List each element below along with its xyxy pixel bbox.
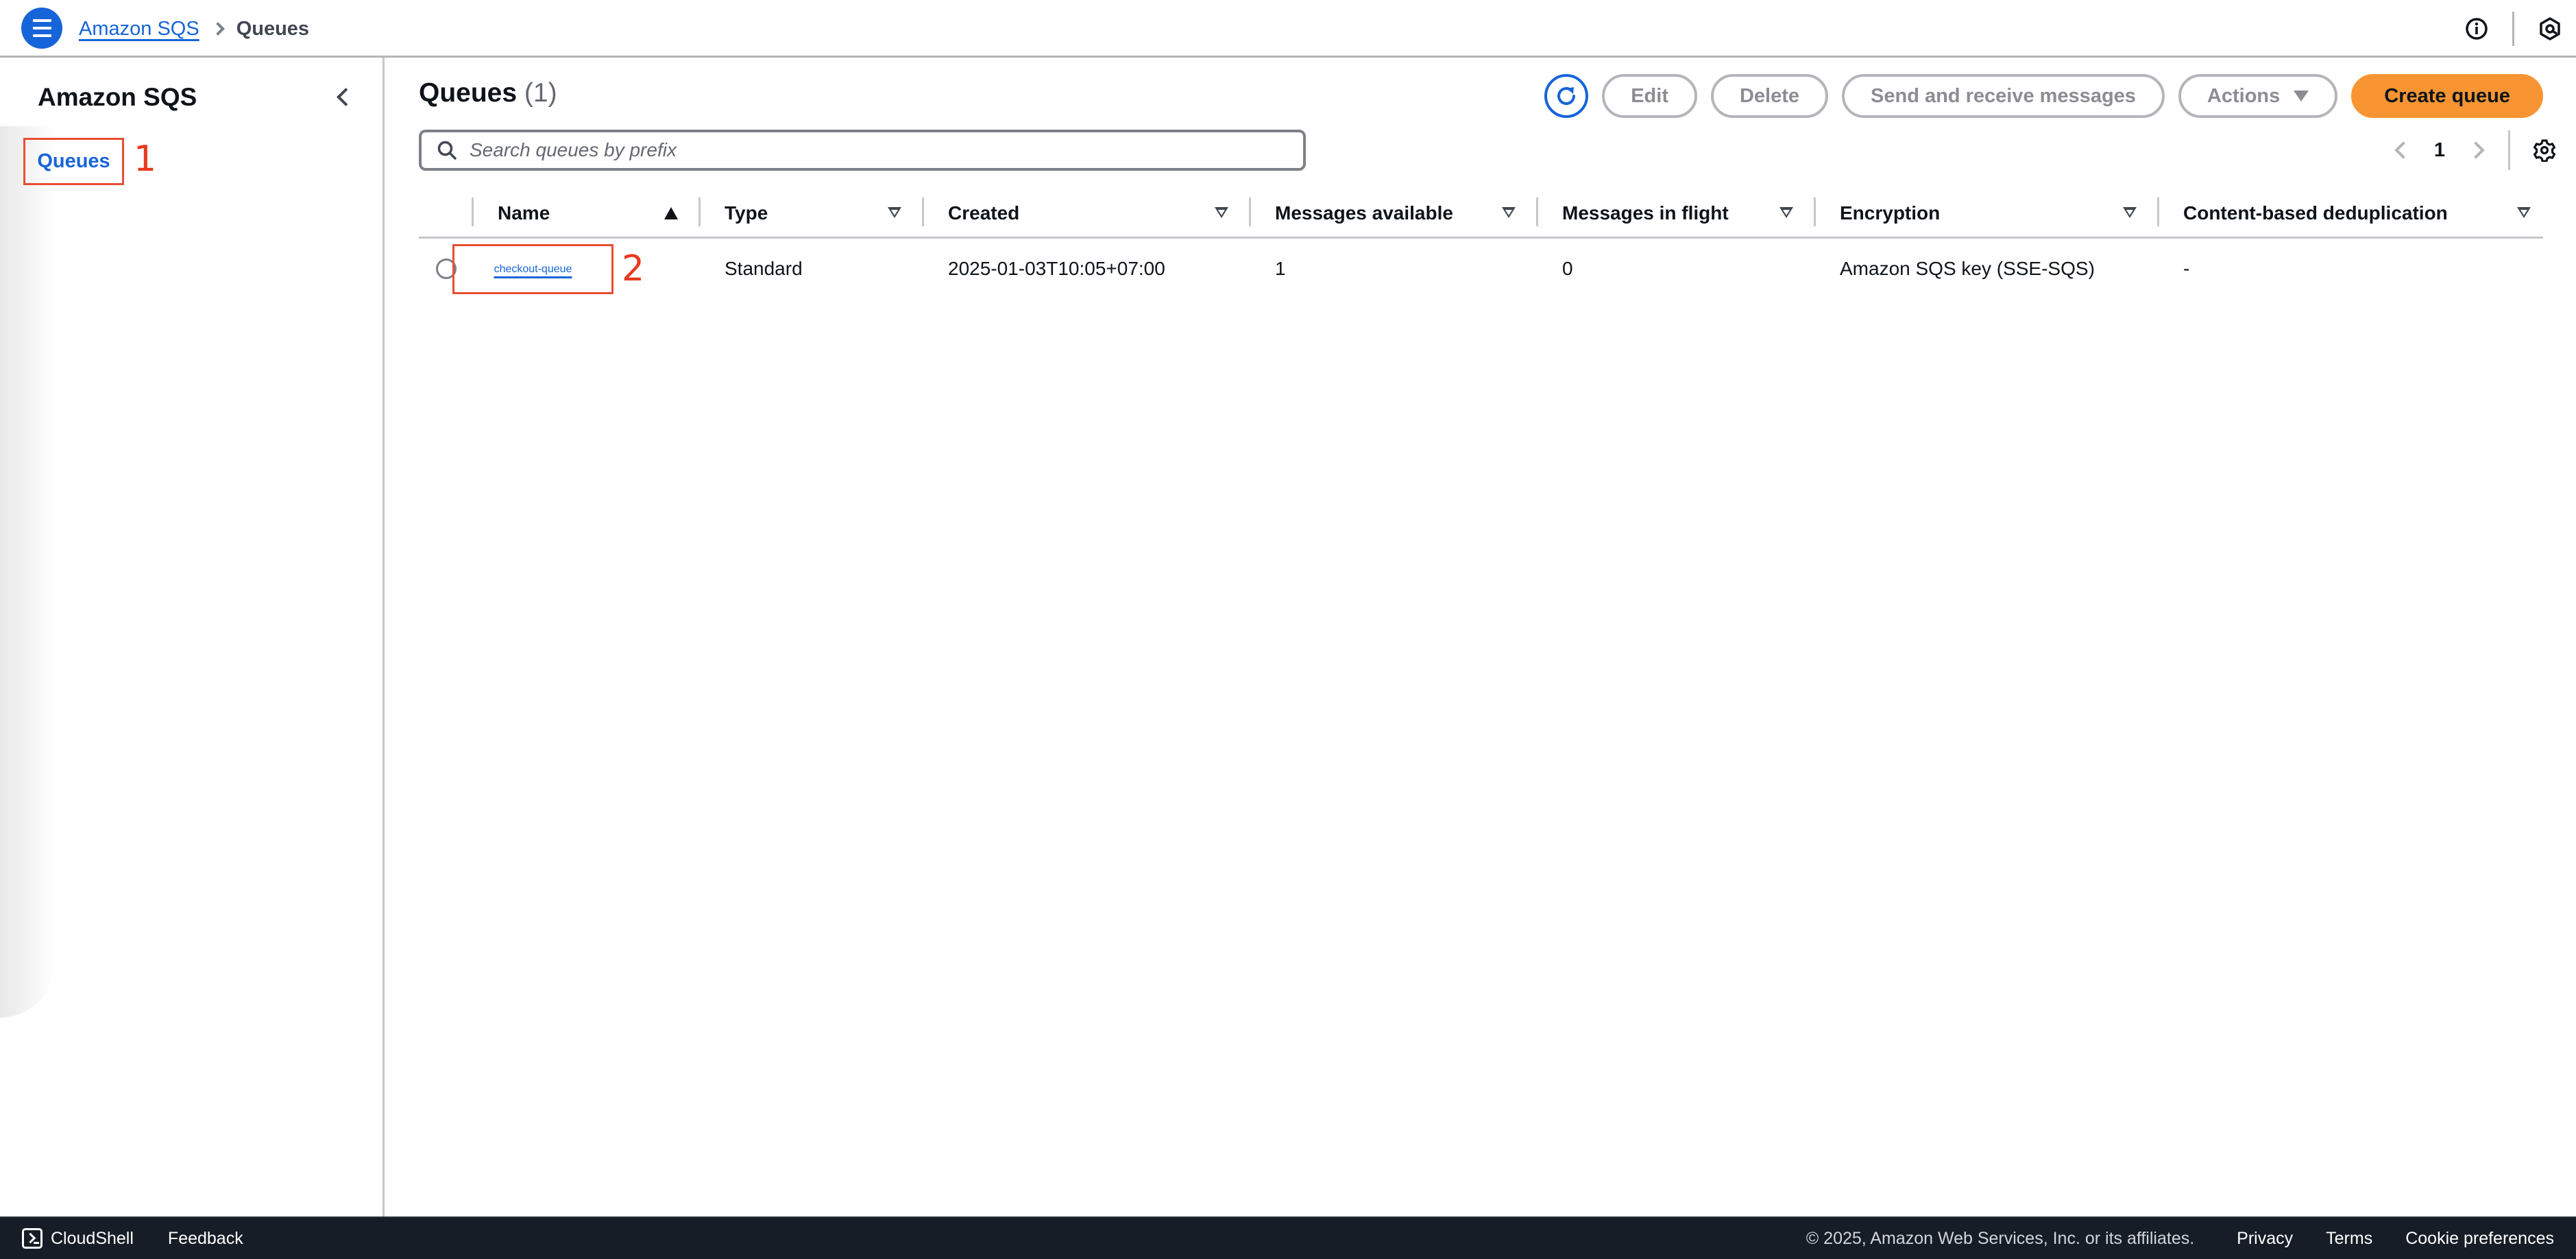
toolbar-divider — [2512, 12, 2514, 46]
menu-line — [32, 19, 51, 22]
sort-icon — [1779, 207, 1793, 218]
queues-table: Name Type Created Messages available Mes — [419, 188, 2543, 299]
column-header-messages-available[interactable]: Messages available — [1249, 188, 1536, 239]
refresh-icon — [1557, 87, 1576, 106]
cell-encryption: Amazon SQS key (SSE-SQS) — [1840, 258, 2095, 279]
sidebar-title: Amazon SQS — [38, 83, 197, 111]
page-number[interactable]: 1 — [2434, 139, 2445, 162]
hamburger-menu-icon[interactable] — [21, 8, 62, 49]
queue-count: (1) — [524, 78, 557, 108]
copyright-text: © 2025, Amazon Web Services, Inc. or its… — [1806, 1228, 2195, 1248]
page-title: Queues (1) — [419, 78, 557, 108]
search-input[interactable] — [470, 139, 1278, 161]
breadcrumb-amazon-sqs[interactable]: Amazon SQS — [79, 18, 199, 40]
pagination-divider — [2508, 130, 2510, 170]
column-label: Created — [948, 202, 1020, 224]
column-divider — [472, 197, 474, 226]
menu-line — [32, 34, 51, 37]
column-label: Messages available — [1275, 202, 1453, 224]
search-field — [419, 130, 1306, 171]
footer-link-terms[interactable]: Terms — [2326, 1229, 2372, 1249]
send-and-receive-messages-button[interactable]: Send and receive messages — [1842, 74, 2165, 118]
delete-button[interactable]: Delete — [1710, 74, 1829, 118]
sort-icon — [2123, 207, 2137, 218]
page-title-text: Queues — [419, 78, 518, 108]
settings-hexagon-icon[interactable] — [2536, 15, 2564, 43]
sort-icon — [2517, 207, 2531, 218]
console-footer: CloudShell Feedback © 2025, Amazon Web S… — [0, 1216, 2576, 1259]
breadcrumb: Amazon SQS Queues — [79, 14, 309, 44]
annotation-label-1: 1 — [134, 139, 157, 180]
edit-button[interactable]: Edit — [1602, 74, 1697, 118]
column-header-type[interactable]: Type — [698, 188, 922, 239]
actions-label: Actions — [2207, 84, 2281, 107]
column-header-name[interactable]: Name — [472, 188, 698, 239]
column-label: Messages in flight — [1562, 202, 1729, 224]
chevron-right-icon — [210, 22, 225, 36]
column-label: Type — [725, 202, 768, 224]
side-navigation: Amazon SQS Queues 1 — [0, 58, 385, 1216]
next-page-icon[interactable] — [2464, 136, 2492, 164]
column-divider[interactable] — [1249, 197, 1251, 226]
sort-ascending-icon — [664, 207, 678, 219]
column-header-created[interactable]: Created — [922, 188, 1249, 239]
pagination: 1 — [2387, 130, 2558, 171]
column-divider[interactable] — [2157, 197, 2159, 226]
queue-actions-toolbar: Edit Delete Send and receive messages Ac… — [1544, 74, 2543, 118]
gear-icon[interactable] — [2531, 136, 2558, 164]
refresh-button[interactable] — [1544, 74, 1589, 118]
main-content: Queues (1) Edit Delete Send and receive … — [387, 58, 2576, 1216]
table-header: Name Type Created Messages available Mes — [419, 188, 2543, 239]
cloudshell-button[interactable]: CloudShell — [22, 1228, 134, 1249]
top-utility-icons — [2463, 0, 2576, 58]
caret-down-icon — [2294, 91, 2309, 101]
chevron-left-icon[interactable] — [332, 86, 353, 107]
column-label: Name — [498, 202, 550, 224]
sidebar-shadow — [0, 126, 55, 1018]
column-divider[interactable] — [1814, 197, 1816, 226]
sort-icon — [1215, 207, 1228, 218]
sort-icon — [888, 207, 901, 218]
top-navigation-bar: Amazon SQS Queues — [0, 0, 2576, 58]
actions-dropdown-button[interactable]: Actions — [2178, 74, 2338, 118]
column-label: Content-based deduplication — [2183, 202, 2448, 224]
menu-line — [32, 27, 51, 29]
sidebar-item-queues[interactable]: Queues — [23, 138, 124, 185]
footer-link-cookie-preferences[interactable]: Cookie preferences — [2405, 1229, 2554, 1249]
create-queue-button[interactable]: Create queue — [2351, 74, 2543, 118]
cell-created: 2025-01-03T10:05+07:00 — [948, 258, 1165, 279]
cell-messages-in-flight: 0 — [1562, 258, 1573, 279]
queue-name-link[interactable]: checkout-queue — [494, 263, 572, 276]
cell-content-based-deduplication: - — [2183, 258, 2190, 279]
cell-type: Standard — [725, 258, 803, 279]
column-header-messages-in-flight[interactable]: Messages in flight — [1536, 188, 1814, 239]
sort-icon — [1502, 207, 1516, 218]
info-icon[interactable] — [2463, 15, 2490, 43]
footer-link-privacy[interactable]: Privacy — [2237, 1229, 2293, 1249]
search-icon — [437, 141, 457, 160]
column-header-content-based-deduplication[interactable]: Content-based deduplication — [2157, 188, 2543, 239]
column-divider[interactable] — [1536, 197, 1538, 226]
column-label: Encryption — [1840, 202, 1941, 224]
footer-left: CloudShell Feedback — [0, 1228, 243, 1249]
table-row: checkout-queue 2 Standard 2025-01-03T10:… — [419, 239, 2543, 299]
breadcrumb-queues: Queues — [236, 17, 310, 40]
feedback-link[interactable]: Feedback — [168, 1229, 243, 1249]
column-divider[interactable] — [698, 197, 701, 226]
annotation-box-2: checkout-queue — [452, 244, 613, 294]
previous-page-icon[interactable] — [2387, 136, 2415, 164]
annotation-label-2: 2 — [622, 248, 645, 289]
column-header-encryption[interactable]: Encryption — [1814, 188, 2157, 239]
column-divider[interactable] — [922, 197, 924, 226]
cell-messages-available: 1 — [1275, 258, 1286, 279]
footer-right: © 2025, Amazon Web Services, Inc. or its… — [1806, 1229, 2576, 1249]
cloudshell-label: CloudShell — [51, 1228, 134, 1248]
cloudshell-icon — [22, 1228, 42, 1249]
